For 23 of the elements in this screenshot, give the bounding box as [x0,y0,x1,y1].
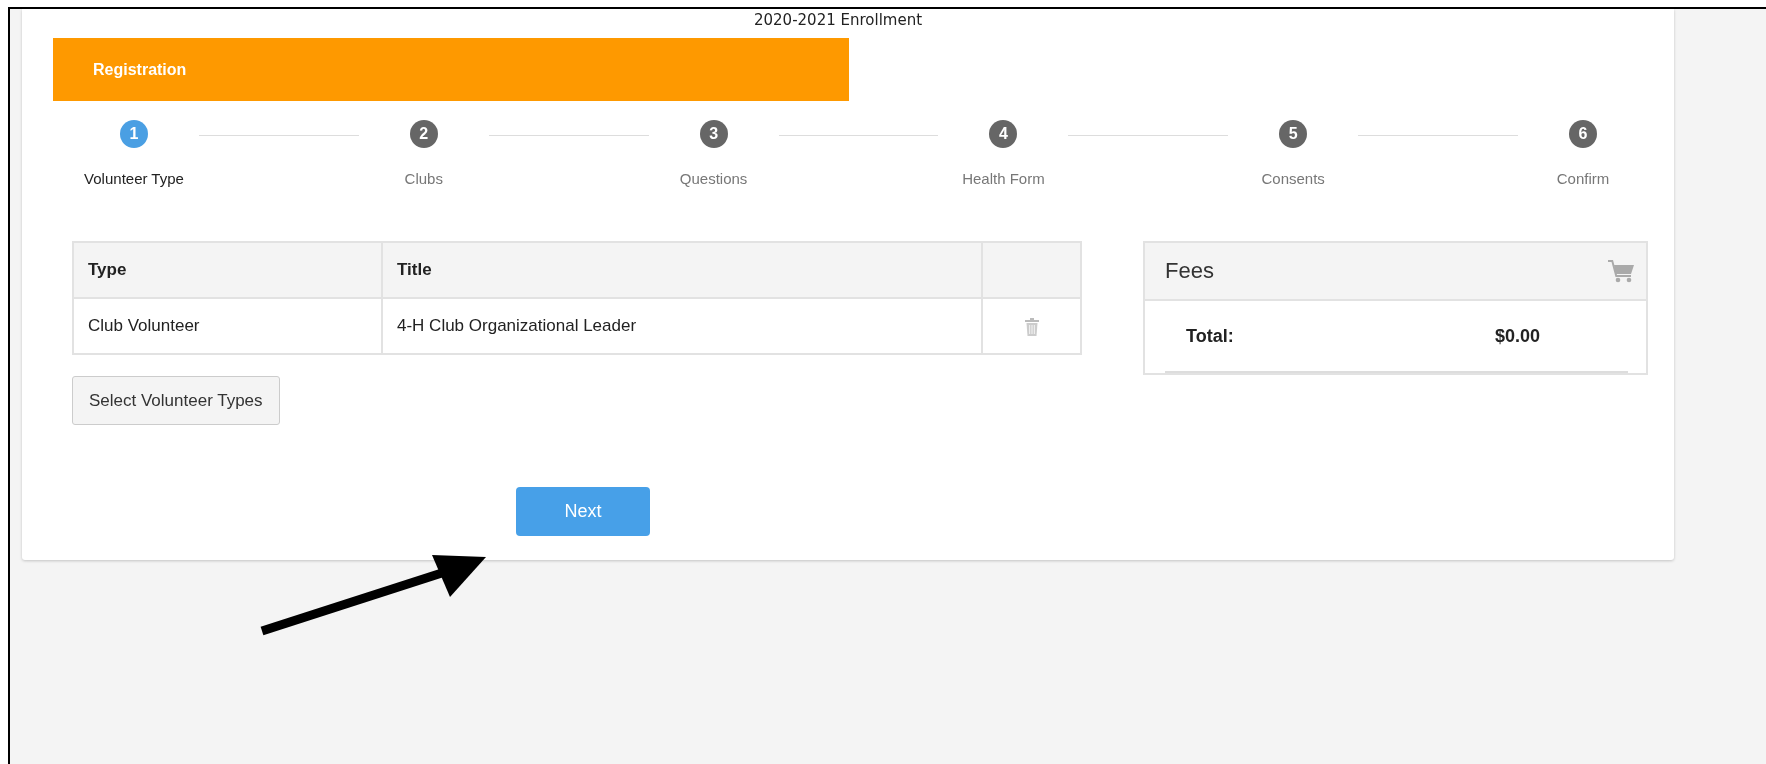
column-header: Title [382,242,982,298]
step-label: Consents [1261,170,1325,187]
step-label: Health Form [962,170,1045,187]
total-label: Total: [1186,325,1235,347]
step-label: Clubs [404,170,443,187]
table-cell: 4-H Club Organizational Leader [382,298,982,354]
page-title: 2020-2021 Enrollment [753,10,923,31]
select-volunteer-types-button[interactable]: Select Volunteer Types [72,376,280,425]
step-number[interactable]: 2 [409,120,438,148]
step-number[interactable]: 4 [989,120,1018,148]
step-number[interactable]: 6 [1569,120,1597,148]
step-number[interactable]: 3 [699,120,728,148]
cart-icon[interactable] [1608,259,1634,283]
total-value: $0.00 [1495,325,1541,347]
trash-icon[interactable] [1024,317,1039,336]
step-label: Questions [679,170,748,187]
column-header: Type [73,242,382,298]
table-cell: Club Volunteer [73,298,382,354]
section-header: Registration [53,38,849,101]
step-number[interactable]: 5 [1279,120,1308,148]
fees-title: Fees [1165,258,1214,284]
step-label: Confirm [1556,170,1610,187]
step-label: Volunteer Type [84,170,184,187]
